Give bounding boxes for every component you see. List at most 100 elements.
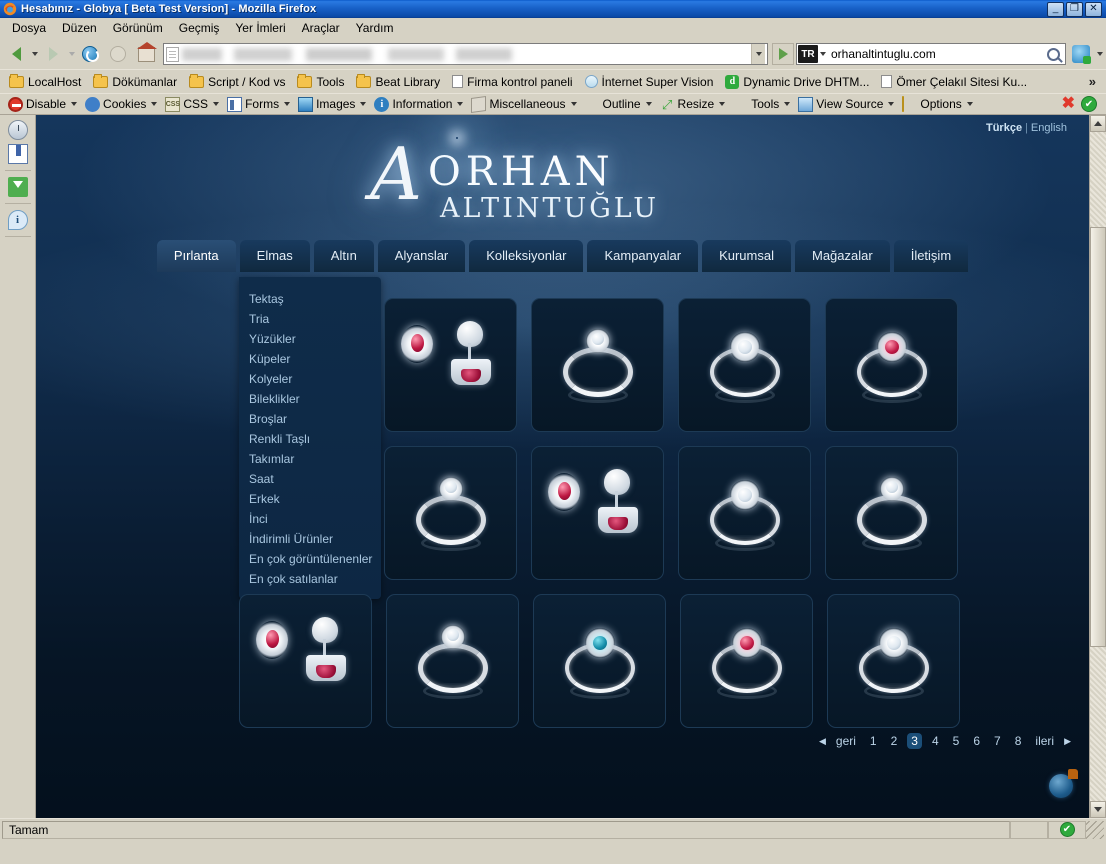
bookmark-localhost[interactable]: LocalHost bbox=[4, 73, 86, 91]
devtool-disable[interactable]: Disable bbox=[4, 96, 81, 113]
go-button[interactable] bbox=[772, 43, 794, 65]
bookmarks-overflow-button[interactable]: » bbox=[1089, 74, 1102, 89]
maximize-button[interactable]: ❐ bbox=[1066, 1, 1083, 17]
bookmark-dynamic-drive[interactable]: d Dynamic Drive DHTM... bbox=[720, 73, 874, 91]
bookmarks-icon[interactable] bbox=[7, 144, 28, 164]
stop-button[interactable] bbox=[105, 42, 131, 66]
validation-ok-icon[interactable]: ✔ bbox=[1081, 96, 1097, 112]
product-cell[interactable] bbox=[678, 298, 811, 432]
menu-araclar[interactable]: Araçlar bbox=[294, 19, 348, 37]
search-bar[interactable]: TR orhanaltintuglu.com bbox=[796, 43, 1066, 65]
menu-gecmis[interactable]: Geçmiş bbox=[171, 19, 228, 37]
language-turkish[interactable]: Türkçe bbox=[986, 122, 1022, 134]
product-cell[interactable] bbox=[678, 446, 811, 580]
page-2-button[interactable]: 2 bbox=[887, 733, 902, 749]
bookmark-firma-kontrol-paneli[interactable]: Firma kontrol paneli bbox=[447, 73, 577, 91]
page-scrollbar[interactable] bbox=[1089, 115, 1106, 818]
extension-dropdown-icon[interactable] bbox=[1097, 52, 1103, 56]
nav-item-magazalar[interactable]: Mağazalar bbox=[795, 240, 890, 272]
scroll-down-button[interactable] bbox=[1090, 801, 1106, 818]
page-3-button[interactable]: 3 bbox=[907, 733, 922, 749]
page-1-button[interactable]: 1 bbox=[866, 733, 881, 749]
scrollbar-thumb[interactable] bbox=[1090, 227, 1106, 647]
menu-duzen[interactable]: Düzen bbox=[54, 19, 105, 37]
product-cell[interactable] bbox=[384, 298, 517, 432]
product-cell[interactable] bbox=[239, 594, 372, 728]
url-bar[interactable] bbox=[163, 43, 768, 65]
product-cell[interactable] bbox=[384, 446, 517, 580]
product-cell[interactable] bbox=[531, 446, 664, 580]
nav-item-elmas[interactable]: Elmas bbox=[239, 240, 310, 272]
bookmark-dokumanlar[interactable]: Dökümanlar bbox=[88, 73, 182, 91]
bookmark-tools[interactable]: Tools bbox=[292, 73, 349, 91]
language-english[interactable]: English bbox=[1031, 122, 1067, 134]
bookmark-omer-celakil[interactable]: Ömer Çelakıl Sitesi Ku... bbox=[876, 73, 1032, 91]
page-6-button[interactable]: 6 bbox=[969, 733, 984, 749]
home-button[interactable] bbox=[133, 41, 159, 66]
site-globe-icon[interactable] bbox=[1049, 769, 1078, 798]
devtool-miscellaneous[interactable]: Miscellaneous bbox=[467, 95, 580, 113]
page-5-button[interactable]: 5 bbox=[949, 733, 964, 749]
devtool-outline[interactable]: Outline bbox=[581, 96, 656, 113]
menu-dosya[interactable]: Dosya bbox=[4, 19, 54, 37]
devtool-information[interactable]: i Information bbox=[370, 96, 467, 113]
product-cell[interactable] bbox=[531, 298, 664, 432]
bookmark-script-kod-vs[interactable]: Script / Kod vs bbox=[184, 73, 290, 91]
scrollbar-track[interactable] bbox=[1090, 132, 1106, 801]
extension-button[interactable] bbox=[1068, 42, 1094, 66]
menu-gorunum[interactable]: Görünüm bbox=[105, 19, 171, 37]
devtool-images[interactable]: Images bbox=[294, 96, 370, 113]
page-8-button[interactable]: 8 bbox=[1011, 733, 1026, 749]
history-icon[interactable] bbox=[7, 120, 28, 140]
reload-button[interactable] bbox=[77, 42, 103, 66]
nav-item-iletisim[interactable]: İletişim bbox=[893, 240, 969, 272]
devtool-tools[interactable]: Tools bbox=[729, 96, 794, 113]
bookmark-internet-super-vision[interactable]: İnternet Super Vision bbox=[580, 73, 719, 91]
next-page-button[interactable]: ileri bbox=[1031, 733, 1058, 749]
nav-item-kampanyalar[interactable]: Kampanyalar bbox=[587, 240, 699, 272]
devtool-resize[interactable]: ⤢ Resize bbox=[656, 96, 730, 113]
security-cell[interactable]: ✔ bbox=[1048, 820, 1086, 839]
devtool-view-source[interactable]: View Source bbox=[794, 96, 898, 113]
nav-item-kurumsal[interactable]: Kurumsal bbox=[702, 240, 791, 272]
menu-yardim[interactable]: Yardım bbox=[348, 19, 402, 37]
product-cell[interactable] bbox=[386, 594, 519, 728]
page-info-icon[interactable]: i bbox=[7, 210, 28, 230]
next-arrow-icon[interactable]: ▶ bbox=[1064, 736, 1071, 747]
minimize-button[interactable]: _ bbox=[1047, 1, 1064, 17]
product-cell[interactable] bbox=[827, 594, 960, 728]
product-cell[interactable] bbox=[680, 594, 813, 728]
back-button[interactable] bbox=[3, 42, 29, 66]
downloads-icon[interactable] bbox=[7, 177, 28, 197]
bookmark-beat-library[interactable]: Beat Library bbox=[351, 73, 445, 91]
search-input[interactable]: orhanaltintuglu.com bbox=[826, 47, 1042, 61]
nav-item-alyanslar[interactable]: Alyanslar bbox=[377, 240, 466, 272]
nav-item-altin[interactable]: Altın bbox=[313, 240, 374, 272]
nav-item-kolleksiyonlar[interactable]: Kolleksiyonlar bbox=[469, 240, 584, 272]
product-cell[interactable] bbox=[825, 298, 958, 432]
close-button[interactable]: ✕ bbox=[1085, 1, 1102, 17]
devtool-options[interactable]: Options bbox=[898, 95, 976, 113]
forward-button[interactable] bbox=[40, 42, 66, 66]
url-history-dropdown-icon[interactable] bbox=[751, 44, 765, 64]
page-4-button[interactable]: 4 bbox=[928, 733, 943, 749]
error-count-icon[interactable]: ✖ bbox=[1056, 96, 1081, 112]
prev-page-button[interactable]: geri bbox=[832, 733, 860, 749]
nav-item-pirlanta[interactable]: Pırlanta bbox=[156, 240, 236, 272]
product-cell[interactable] bbox=[533, 594, 666, 728]
product-cell[interactable] bbox=[825, 446, 958, 580]
search-engine-badge[interactable]: TR bbox=[798, 45, 818, 63]
devtool-css[interactable]: CSS CSS bbox=[161, 96, 223, 113]
url-input[interactable] bbox=[182, 47, 512, 61]
devtool-forms[interactable]: Forms bbox=[223, 96, 294, 113]
prev-arrow-icon[interactable]: ◀ bbox=[819, 736, 826, 747]
forward-dropdown-icon[interactable] bbox=[69, 52, 75, 56]
back-dropdown-icon[interactable] bbox=[32, 52, 38, 56]
scroll-up-button[interactable] bbox=[1090, 115, 1106, 132]
menu-yer-imleri[interactable]: Yer İmleri bbox=[227, 19, 293, 37]
site-logo[interactable]: A ORHAN ALTINTUĞLU bbox=[36, 137, 1089, 232]
devtool-cookies[interactable]: Cookies bbox=[81, 96, 161, 113]
resize-grip[interactable] bbox=[1086, 820, 1104, 839]
search-icon[interactable] bbox=[1047, 47, 1060, 61]
page-7-button[interactable]: 7 bbox=[990, 733, 1005, 749]
